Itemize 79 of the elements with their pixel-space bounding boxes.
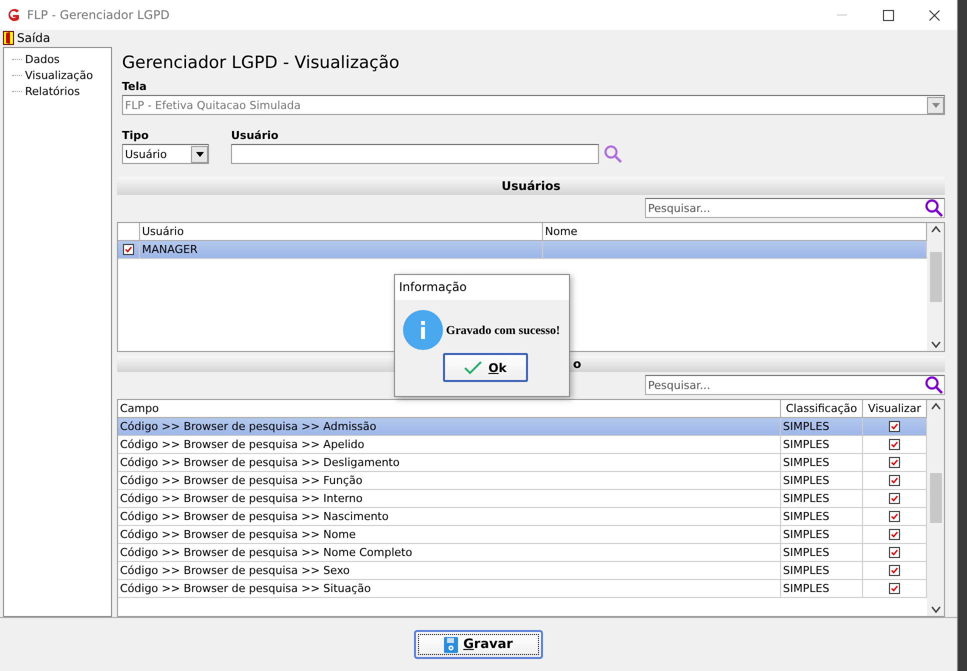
table-cell: Código >> Browser de pesquisa >> Nome	[118, 526, 781, 543]
table-row[interactable]: Código >> Browser de pesquisa >> Nome SIMPLES	[118, 526, 927, 544]
search-field[interactable]: Pesquisar...	[645, 375, 945, 395]
field-label: Tipo	[122, 129, 150, 142]
table-cell: Código >> Browser de pesquisa >> Situação	[118, 580, 781, 597]
column-header: Usuário	[140, 223, 543, 240]
tree-item[interactable]: Visualização	[25, 68, 93, 82]
search-icon	[924, 375, 944, 395]
table-cell: SIMPLES	[781, 454, 863, 471]
table-cell: Código >> Browser de pesquisa >> Nascimento	[118, 508, 781, 525]
search-field[interactable]: Pesquisar...	[645, 198, 945, 218]
save-button[interactable]: Gravar	[414, 630, 543, 659]
table-row[interactable]: Código >> Browser de pesquisa >> Apelido SIMPLES	[118, 436, 927, 454]
scroll-thumb[interactable]	[930, 252, 942, 302]
table-row[interactable]: Código >> Browser de pesquisa >> Nome Completo SIMPLES	[118, 544, 927, 562]
table-cell: SIMPLES	[781, 544, 863, 561]
menu-item[interactable]: Saída	[3, 31, 50, 45]
info-icon	[403, 310, 443, 350]
checkbox[interactable]	[889, 493, 900, 504]
search-icon	[924, 198, 944, 218]
tree-item[interactable]: Relatórios	[25, 84, 80, 98]
tree-item[interactable]: Dados	[25, 52, 60, 66]
dialog-message: Gravado com sucesso!	[446, 322, 560, 338]
table-cell: SIMPLES	[781, 580, 863, 597]
section-header: Usuários	[117, 177, 945, 195]
checkbox[interactable]	[889, 457, 900, 468]
checkbox[interactable]	[889, 529, 900, 540]
type-dropdown[interactable]: Usuário	[122, 144, 209, 164]
table-cell: SIMPLES	[781, 490, 863, 507]
dialog-title: Informação	[395, 275, 569, 300]
table-row[interactable]: Código >> Browser de pesquisa >> Desligamento SIMPLES	[118, 454, 927, 472]
table-row[interactable]: Código >> Browser de pesquisa >> Função SIMPLES	[118, 472, 927, 490]
checkbox[interactable]	[889, 439, 900, 450]
maximize-icon	[882, 10, 894, 20]
checkbox[interactable]	[889, 565, 900, 576]
table-cell: Código >> Browser de pesquisa >> Admissão	[118, 418, 781, 435]
dropdown-arrow-icon	[932, 102, 940, 108]
checkbox[interactable]	[889, 511, 900, 522]
table-row[interactable]: Código >> Browser de pesquisa >> Nascimento SIMPLES	[118, 508, 927, 526]
scroll-thumb[interactable]	[930, 473, 942, 523]
checkbox[interactable]	[123, 244, 134, 255]
checkbox[interactable]	[889, 547, 900, 558]
window-title: FLP - Gerenciador LGPD	[27, 8, 171, 22]
table-cell: MANAGER	[140, 241, 543, 258]
table-row[interactable]: MANAGER	[118, 241, 927, 259]
table-row[interactable]: Código >> Browser de pesquisa >> Interno SIMPLES	[118, 490, 927, 508]
user-field[interactable]	[231, 144, 599, 164]
table-cell: Código >> Browser de pesquisa >> Nome Completo	[118, 544, 781, 561]
table-cell: SIMPLES	[781, 526, 863, 543]
table-row[interactable]: Código >> Browser de pesquisa >> Sexo SIMPLES	[118, 562, 927, 580]
table-cell: SIMPLES	[781, 436, 863, 453]
table-cell: SIMPLES	[781, 508, 863, 525]
checkbox[interactable]	[889, 583, 900, 594]
search-icon	[603, 144, 623, 164]
checkbox[interactable]	[889, 421, 900, 432]
column-header: Classificação	[781, 400, 863, 417]
check-icon	[464, 360, 482, 374]
page-title: Gerenciador LGPD - Visualização	[121, 52, 400, 75]
field-label: Usuário	[231, 129, 280, 142]
ok-button[interactable]: Ok	[443, 353, 528, 382]
close-icon	[928, 10, 940, 20]
table-row[interactable]: Código >> Browser de pesquisa >> Admissão SIMPLES	[118, 418, 927, 436]
section-header: o	[573, 357, 582, 371]
table-row[interactable]: Código >> Browser de pesquisa >> Situação SIMPLES	[118, 580, 927, 598]
table-cell: Código >> Browser de pesquisa >> Função	[118, 472, 781, 489]
column-header: Campo	[118, 400, 781, 417]
table-cell: Código >> Browser de pesquisa >> Interno	[118, 490, 781, 507]
table-cell: Código >> Browser de pesquisa >> Apelido	[118, 436, 781, 453]
scrollbar[interactable]	[927, 400, 944, 616]
table-cell: SIMPLES	[781, 562, 863, 579]
table-cell: SIMPLES	[781, 472, 863, 489]
field-label: Tela	[122, 80, 148, 93]
checkbox[interactable]	[889, 475, 900, 486]
scrollbar[interactable]	[927, 223, 944, 351]
table-cell: SIMPLES	[781, 418, 863, 435]
table-cell: Código >> Browser de pesquisa >> Sexo	[118, 562, 781, 579]
dropdown-arrow-icon	[196, 152, 204, 156]
door-icon	[3, 31, 14, 45]
table-cell: Código >> Browser de pesquisa >> Desligamento	[118, 454, 781, 471]
